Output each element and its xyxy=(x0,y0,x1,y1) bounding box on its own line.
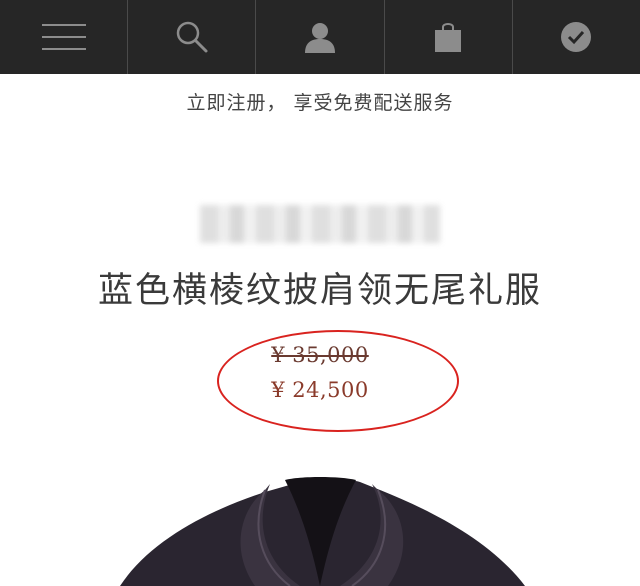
account-button[interactable] xyxy=(256,0,385,74)
shopping-bag-icon xyxy=(435,23,462,52)
promo-banner[interactable]: 立即注册， 享受免费配送服务 xyxy=(0,88,640,115)
blurred-brand-name xyxy=(200,205,440,243)
top-navigation-bar xyxy=(0,0,640,74)
search-button[interactable] xyxy=(128,0,257,74)
menu-button[interactable] xyxy=(0,0,129,74)
account-status-button[interactable] xyxy=(513,0,640,74)
user-icon xyxy=(305,23,335,53)
search-icon xyxy=(176,21,208,53)
menu-icon xyxy=(41,24,86,50)
price-annotation-circle xyxy=(217,330,459,432)
product-title: 蓝色横棱纹披肩领无尾礼服 xyxy=(97,271,542,311)
product-image[interactable] xyxy=(0,470,640,586)
cart-button[interactable] xyxy=(385,0,513,74)
check-icon xyxy=(561,22,592,52)
